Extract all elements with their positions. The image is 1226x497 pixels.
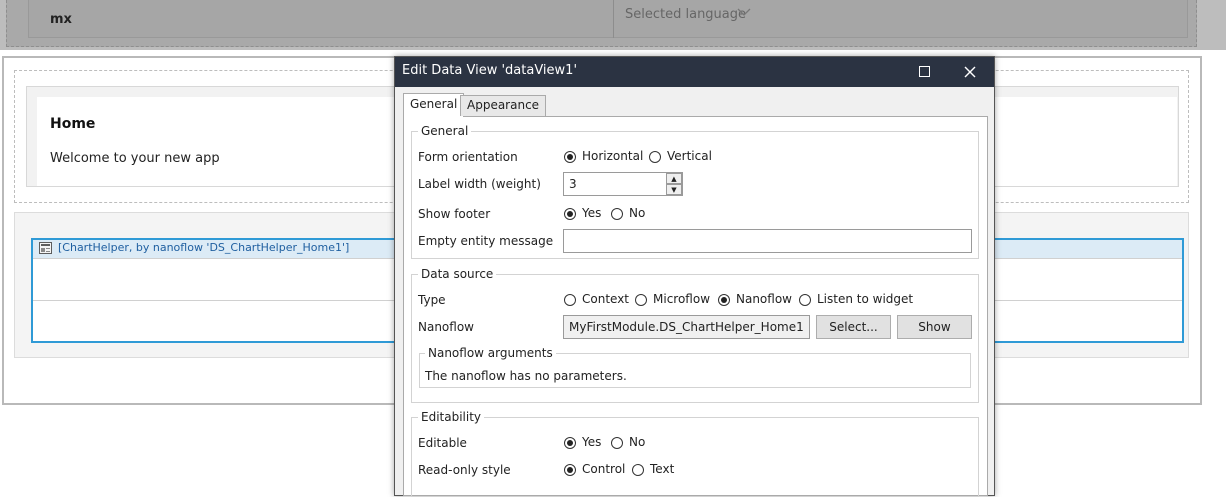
- text-radio[interactable]: [632, 464, 644, 476]
- general-group-title: General: [418, 124, 472, 138]
- mx-label: mx: [50, 12, 72, 27]
- spin-up-icon[interactable]: ▲: [666, 173, 682, 184]
- show-footer-yes-label[interactable]: Yes: [582, 206, 601, 220]
- editable-yes-label[interactable]: Yes: [582, 435, 601, 449]
- control-radio[interactable]: [564, 464, 576, 476]
- label-width-label: Label width (weight): [418, 177, 541, 191]
- chart-data-view-label: [ChartHelper, by nanoflow 'DS_ChartHelpe…: [58, 241, 350, 254]
- editability-group-title: Editability: [418, 410, 485, 424]
- form-orientation-label: Form orientation: [418, 150, 518, 164]
- language-dropdown-label[interactable]: Selected language: [625, 7, 746, 22]
- editable-yes-radio[interactable]: [564, 437, 576, 449]
- editability-group: [411, 417, 979, 497]
- horizontal-option-label[interactable]: Horizontal: [582, 149, 643, 163]
- show-footer-no-radio[interactable]: [611, 208, 623, 220]
- nanoflow-option-label[interactable]: Nanoflow: [736, 292, 792, 306]
- control-option-label[interactable]: Control: [582, 462, 625, 476]
- close-icon[interactable]: [958, 60, 982, 84]
- read-only-style-label: Read-only style: [418, 463, 511, 477]
- tab-general[interactable]: General: [403, 93, 465, 117]
- home-welcome-text: Welcome to your new app: [50, 151, 220, 166]
- show-footer-no-label[interactable]: No: [629, 206, 645, 220]
- show-footer-label: Show footer: [418, 207, 491, 221]
- nanoflow-input[interactable]: MyFirstModule.DS_ChartHelper_Home1: [563, 315, 810, 339]
- top-row[interactable]: [28, 0, 1188, 38]
- context-option-label[interactable]: Context: [582, 292, 629, 306]
- select-nanoflow-button[interactable]: Select...: [816, 315, 891, 339]
- top-row-divider: [613, 0, 614, 38]
- nanoflow-radio[interactable]: [718, 294, 730, 306]
- spin-down-icon[interactable]: ▼: [666, 184, 682, 195]
- nanoflow-label: Nanoflow: [418, 320, 474, 334]
- editable-no-radio[interactable]: [611, 437, 623, 449]
- empty-entity-message-input[interactable]: [563, 229, 972, 253]
- vertical-option-label[interactable]: Vertical: [667, 149, 712, 163]
- type-label: Type: [418, 293, 446, 307]
- vertical-radio[interactable]: [649, 151, 661, 163]
- microflow-radio[interactable]: [635, 294, 647, 306]
- listen-to-widget-radio[interactable]: [799, 294, 811, 306]
- editable-no-label[interactable]: No: [629, 435, 645, 449]
- home-title: Home: [50, 116, 96, 132]
- context-radio[interactable]: [564, 294, 576, 306]
- horizontal-radio[interactable]: [564, 151, 576, 163]
- maximize-icon[interactable]: [919, 66, 930, 77]
- data-view-icon: [39, 242, 52, 254]
- show-footer-yes-radio[interactable]: [564, 208, 576, 220]
- dialog-title: Edit Data View 'dataView1': [402, 63, 578, 78]
- nanoflow-arguments-title: Nanoflow arguments: [425, 346, 556, 360]
- show-nanoflow-button[interactable]: Show: [897, 315, 972, 339]
- microflow-option-label[interactable]: Microflow: [653, 292, 710, 306]
- chevron-down-icon[interactable]: [737, 6, 751, 21]
- editable-label: Editable: [418, 436, 467, 450]
- listen-to-widget-option-label[interactable]: Listen to widget: [817, 292, 913, 306]
- data-source-group-title: Data source: [418, 267, 497, 281]
- nanoflow-arguments-text: The nanoflow has no parameters.: [425, 369, 627, 383]
- empty-entity-message-label: Empty entity message: [418, 234, 554, 248]
- label-width-input[interactable]: 3: [563, 172, 683, 196]
- text-option-label[interactable]: Text: [650, 462, 674, 476]
- tab-appearance[interactable]: Appearance: [460, 95, 547, 116]
